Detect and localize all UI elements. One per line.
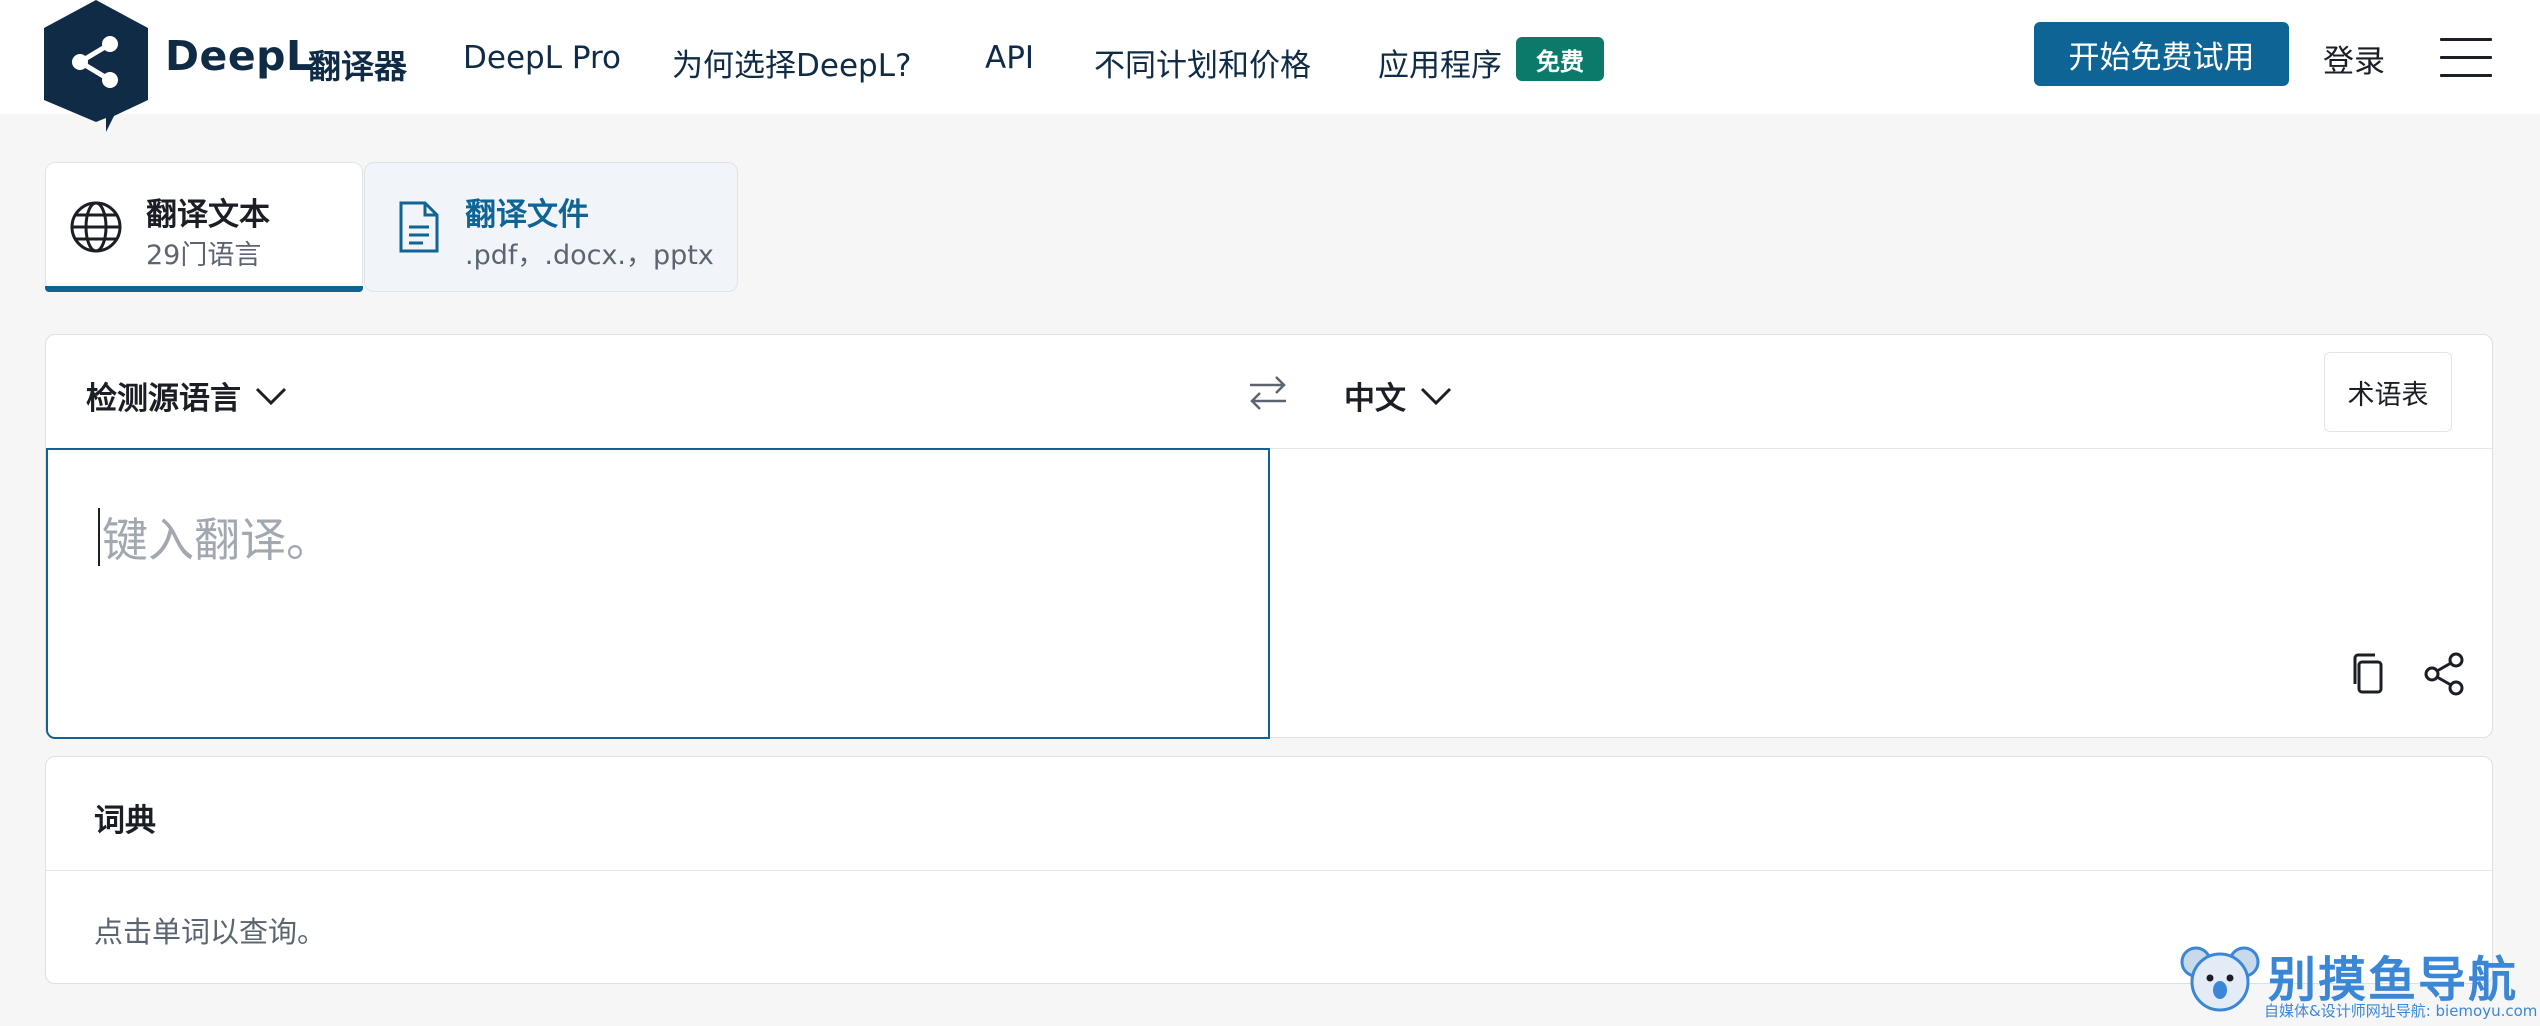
target-text-output[interactable] <box>1270 448 2492 737</box>
nav-apps[interactable]: 应用程序 <box>1378 40 1502 85</box>
share-icon[interactable] <box>2420 650 2468 698</box>
tab-subtitle: 29门语言 <box>146 240 262 271</box>
tab-title: 翻译文件 <box>465 197 589 233</box>
watermark-subtitle: 自媒体&设计师网址导航: biemoyu.com <box>2264 1002 2538 1020</box>
chevron-down-icon <box>255 387 287 405</box>
swap-languages-icon[interactable] <box>1246 371 1290 415</box>
nav-deepl-pro[interactable]: DeepL Pro <box>463 40 621 76</box>
tab-title: 翻译文本 <box>146 197 270 233</box>
dictionary-header: 词典 <box>46 757 2492 871</box>
tab-translate-file[interactable]: 翻译文件 .pdf，.docx.，pptx <box>364 162 738 292</box>
dictionary-title: 词典 <box>94 803 156 839</box>
menu-icon[interactable] <box>2440 38 2492 78</box>
chevron-down-icon <box>1420 387 1452 405</box>
brand-subtitle[interactable]: 翻译器 <box>308 40 407 88</box>
deepl-logo-icon[interactable] <box>44 0 148 132</box>
source-language-select[interactable]: 检测源语言 <box>86 373 287 418</box>
login-link[interactable]: 登录 <box>2323 36 2385 81</box>
nav-why-deepl[interactable]: 为何选择DeepL? <box>672 40 911 85</box>
globe-icon <box>70 201 122 253</box>
nav-pricing[interactable]: 不同计划和价格 <box>1094 40 1311 85</box>
glossary-button[interactable]: 术语表 <box>2324 352 2452 432</box>
source-placeholder: 键入翻译。 <box>102 513 332 567</box>
source-text-input[interactable]: 键入翻译。 <box>46 448 1270 739</box>
source-language-label: 检测源语言 <box>86 381 241 417</box>
copy-icon[interactable] <box>2345 650 2393 698</box>
dictionary-hint: 点击单词以查询。 <box>94 915 327 949</box>
translator-panel: 检测源语言 中文 术语表 键入翻译。 <box>45 334 2493 739</box>
top-header: DeepL 翻译器 DeepL Pro 为何选择DeepL? API 不同计划和… <box>0 0 2540 132</box>
brand-name[interactable]: DeepL <box>165 32 313 80</box>
koala-mascot-icon <box>2180 946 2260 1012</box>
free-badge: 免费 <box>1516 37 1604 81</box>
tab-subtitle: .pdf，.docx.，pptx <box>465 240 714 271</box>
target-language-select[interactable]: 中文 <box>1344 373 1452 418</box>
target-language-label: 中文 <box>1344 381 1406 417</box>
tab-translate-text[interactable]: 翻译文本 29门语言 <box>45 162 363 292</box>
text-caret <box>98 508 100 566</box>
document-icon <box>399 201 439 253</box>
dictionary-panel: 词典 点击单词以查询。 <box>45 756 2493 984</box>
nav-api[interactable]: API <box>985 40 1034 76</box>
language-bar: 检测源语言 中文 术语表 <box>46 335 2492 449</box>
start-free-trial-button[interactable]: 开始免费试用 <box>2034 22 2289 86</box>
